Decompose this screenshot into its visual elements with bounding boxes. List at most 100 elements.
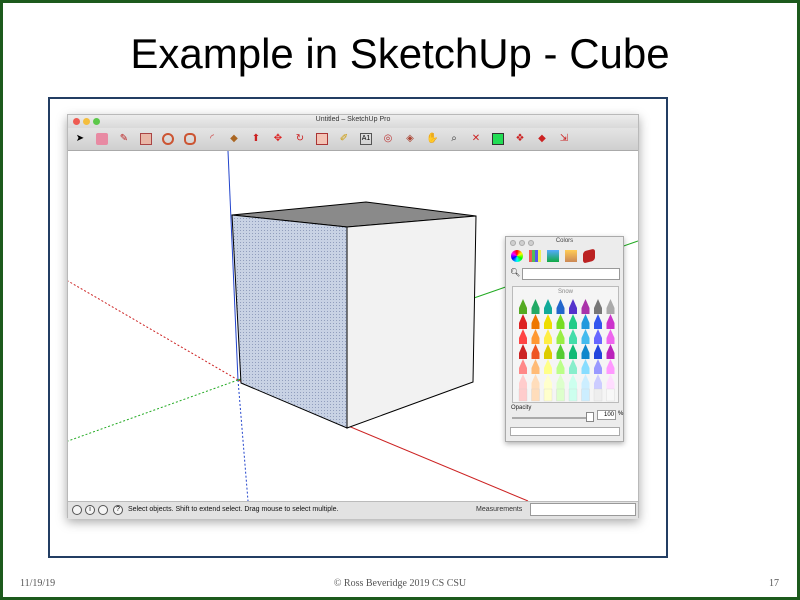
text-icon[interactable]: A1 [360,133,372,145]
crayon-body[interactable] [519,368,527,374]
crayon-body[interactable] [544,368,552,374]
crayon-tip[interactable] [594,344,602,353]
crayon-tip[interactable] [594,374,602,383]
hand-icon[interactable]: ✋ [426,133,438,145]
crayon-tip[interactable] [606,329,615,338]
crayon-body[interactable] [531,383,540,389]
measurements-input[interactable] [530,503,636,516]
paint-bucket-icon[interactable]: ◆ [228,133,240,145]
crayon-tip[interactable] [606,299,615,308]
crayon-tip[interactable] [531,344,540,353]
crayon-body[interactable] [531,338,540,344]
crayon-tip[interactable] [544,299,552,308]
circle-icon[interactable] [162,133,174,145]
credits-icon[interactable]: i [85,505,95,515]
crayon-body[interactable] [531,308,540,314]
crayon-body[interactable] [519,338,527,344]
crayon-body[interactable] [581,353,590,359]
crayon-tip[interactable] [544,329,552,338]
crayon-body[interactable] [519,308,527,314]
color-wheel-icon[interactable] [511,250,523,262]
crayon-body[interactable] [531,323,540,329]
rectangle-icon[interactable] [140,133,152,145]
crayon-body[interactable] [606,308,615,314]
crayon-tip[interactable] [556,344,565,353]
crayon-tip[interactable] [556,329,565,338]
crayon-body[interactable] [568,388,578,402]
crayon-tip[interactable] [519,329,527,338]
polygon-icon[interactable] [184,133,196,145]
crayon-tip[interactable] [606,314,615,323]
crayon-body[interactable] [606,353,615,359]
crayon-tip[interactable] [581,314,590,323]
crayons-icon[interactable] [583,248,595,264]
crayon-tip[interactable] [581,344,590,353]
crayon-body[interactable] [606,368,615,374]
scale-icon[interactable] [316,133,328,145]
crayon-body[interactable] [556,368,565,374]
crayon-tip[interactable] [519,374,527,383]
crayon-tip[interactable] [519,299,527,308]
color-palettes-icon[interactable] [529,250,541,262]
crayon-body[interactable] [544,383,552,389]
crayon-body[interactable] [556,323,565,329]
crayon-body[interactable] [594,368,602,374]
crayon-tip[interactable] [519,344,527,353]
crayon-body[interactable] [606,323,615,329]
crayon-tip[interactable] [544,374,552,383]
crayon-body[interactable] [531,368,540,374]
crayon-body[interactable] [519,383,527,389]
crayon-body[interactable] [531,388,540,402]
crayon-body[interactable] [594,338,602,344]
crayon-tip[interactable] [531,314,540,323]
crayon-tip[interactable] [594,299,602,308]
crayon-tip[interactable] [569,314,577,323]
help-icon[interactable]: ? [113,505,123,515]
zoom-icon[interactable]: ⌕ [448,133,460,145]
crayon-body[interactable] [606,338,615,344]
push-pull-icon[interactable]: ⬆ [250,133,262,145]
crayon-body[interactable] [606,388,615,402]
crayon-body[interactable] [593,388,603,402]
crayon-body[interactable] [581,383,590,389]
opacity-slider-track[interactable] [512,417,592,419]
crayon-tip[interactable] [544,359,552,368]
crayon-body[interactable] [543,388,553,402]
crayon-tip[interactable] [544,344,552,353]
crayon-tip[interactable] [581,299,590,308]
crayon-tip[interactable] [531,374,540,383]
select-arrow-icon[interactable]: ➤ [74,133,86,145]
color-search-input[interactable] [522,268,620,280]
crayon-body[interactable] [569,383,577,389]
crayon-body[interactable] [569,323,577,329]
crayon-body[interactable] [569,308,577,314]
crayon-body[interactable] [556,388,565,402]
crayon-tip[interactable] [569,344,577,353]
opacity-slider-knob[interactable] [586,412,594,422]
crayon-body[interactable] [519,353,527,359]
pan-icon[interactable]: ◈ [404,133,416,145]
crayon-body[interactable] [556,308,565,314]
crayon-body[interactable] [606,383,615,389]
move-icon[interactable]: ✥ [272,133,284,145]
swatch-strip[interactable] [510,427,620,436]
crayon-tip[interactable] [556,299,565,308]
crayon-body[interactable] [544,353,552,359]
arc-icon[interactable]: ◜ [206,133,218,145]
send-to-layout-icon[interactable]: ⇲ [558,133,570,145]
crayon-tip[interactable] [519,314,527,323]
crayon-body[interactable] [544,323,552,329]
rotate-icon[interactable]: ↻ [294,133,306,145]
crayon-tip[interactable] [581,359,590,368]
crayon-body[interactable] [594,308,602,314]
cube-right-face[interactable] [346,215,477,429]
crayon-tip[interactable] [581,374,590,383]
crayon-tip[interactable] [556,359,565,368]
crayon-body[interactable] [581,388,590,402]
crayon-tip[interactable] [519,359,527,368]
crayon-body[interactable] [581,323,590,329]
crayon-body[interactable] [519,323,527,329]
crayon-body[interactable] [594,353,602,359]
opacity-value[interactable]: 100 [597,410,616,420]
tape-measure-icon[interactable]: ✐ [338,133,350,145]
